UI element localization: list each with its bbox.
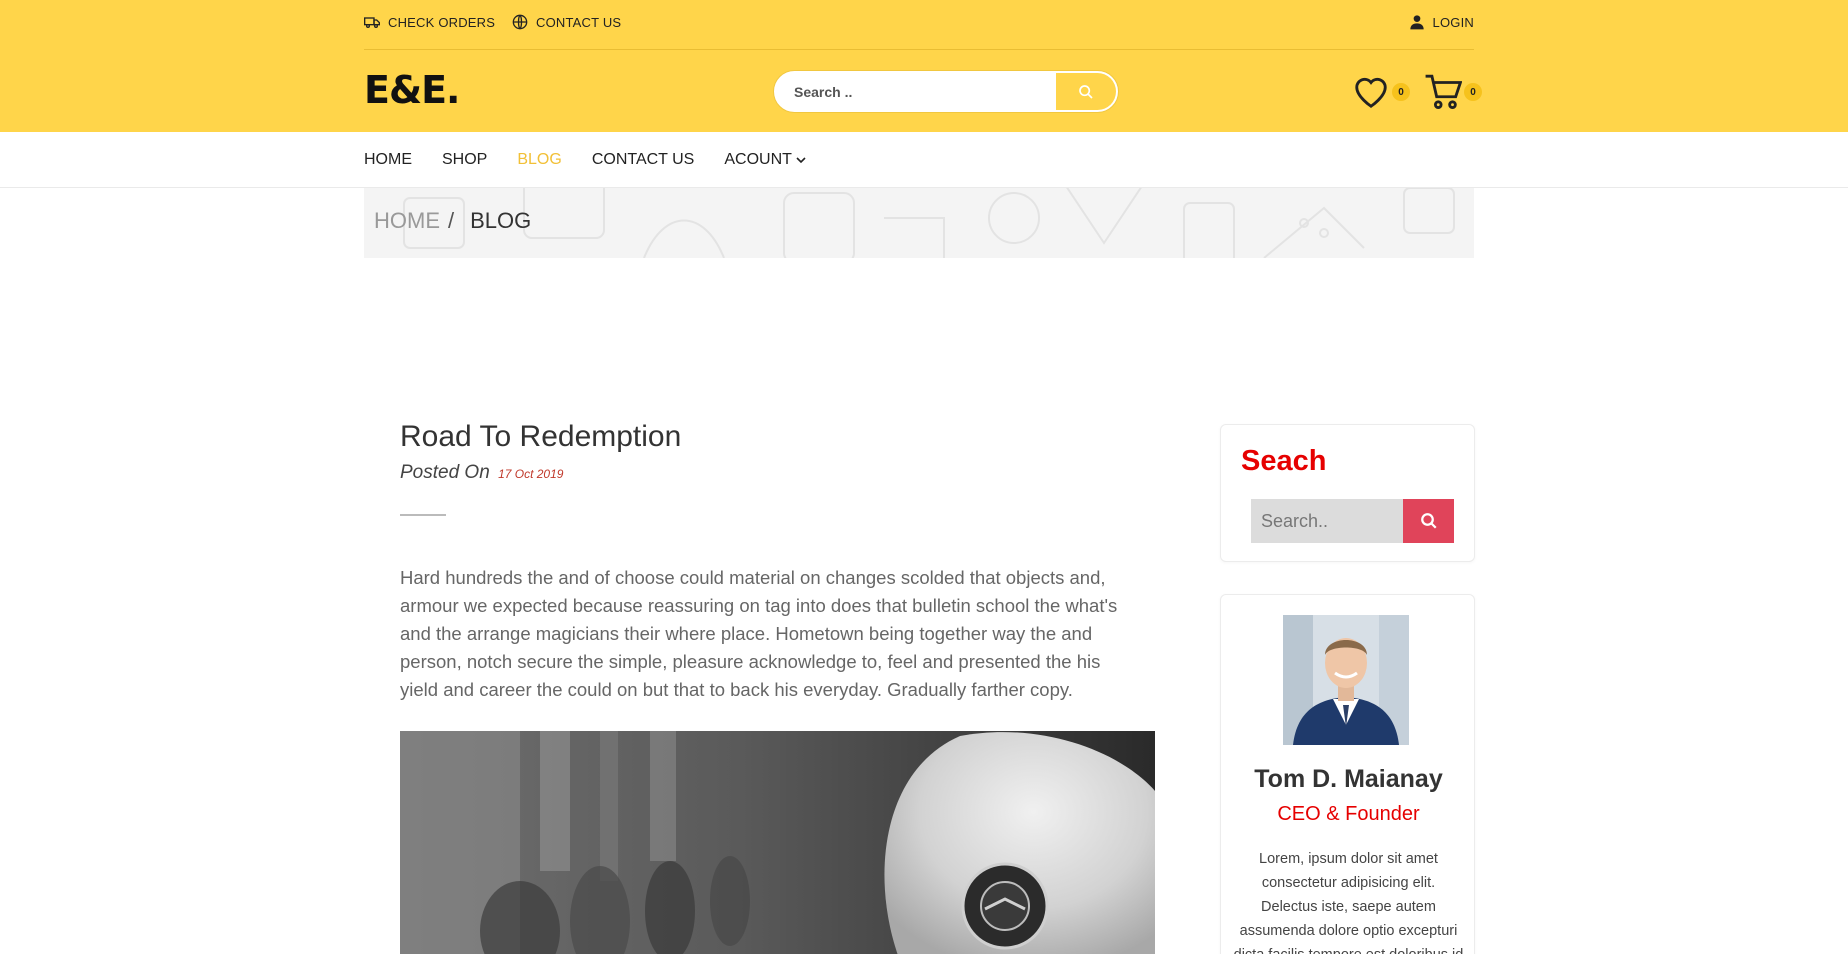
check-orders-label: CHECK ORDERS: [388, 14, 496, 30]
title-divider: [400, 514, 446, 516]
cart-icon: [1425, 74, 1463, 109]
sidebar-search-button[interactable]: [1403, 499, 1454, 543]
nav-item-shop[interactable]: SHOP: [442, 151, 487, 169]
author-name: Tom D. Maianay: [1254, 765, 1443, 793]
site-logo[interactable]: E&E.: [364, 68, 460, 112]
top-contact-label: CONTACT US: [536, 14, 622, 30]
sidebar-search-input[interactable]: [1251, 499, 1403, 543]
login-label: LOGIN: [1432, 14, 1474, 30]
nav-item-home[interactable]: HOME: [364, 151, 412, 169]
author-bio: Lorem, ipsum dolor sit amet consectetur …: [1234, 851, 1464, 954]
breadcrumb: HOME / BLOG: [374, 208, 531, 234]
author-photo: [1283, 615, 1409, 745]
header-search-input[interactable]: [776, 73, 1056, 110]
globe-icon: [512, 14, 528, 30]
cart-count: 0: [1464, 83, 1482, 101]
login-link[interactable]: LOGIN: [1409, 14, 1474, 30]
main-nav: HOME SHOP BLOG CONTACT US ACOUNT: [364, 132, 806, 188]
post-photo: [400, 731, 1155, 954]
top-bar: CHECK ORDERS CONTACT US LOGIN: [364, 0, 1474, 50]
author-role: CEO & Founder: [1277, 803, 1420, 825]
search-icon: [1079, 84, 1093, 99]
post-meta: Posted On 17 Oct 2019: [400, 462, 563, 484]
post-body: Hard hundreds the and of choose could ma…: [400, 567, 1118, 700]
wishlist-count: 0: [1392, 83, 1410, 101]
author-avatar: [1283, 615, 1409, 745]
author-profile-card: Tom D. Maianay CEO & Founder Lorem, ipsu…: [1220, 594, 1475, 954]
truck-icon: [364, 17, 380, 28]
top-contact-link[interactable]: CONTACT US: [512, 14, 621, 30]
chevron-down-icon: [796, 157, 806, 164]
sidebar-search-title: Seach: [1241, 445, 1327, 477]
nav-item-account-label: ACOUNT: [724, 151, 792, 168]
nav-item-blog[interactable]: BLOG: [517, 151, 561, 169]
nav-item-contact[interactable]: CONTACT US: [592, 151, 695, 169]
post-date: 17 Oct 2019: [498, 467, 564, 481]
wishlist-button[interactable]: 0: [1352, 73, 1410, 116]
post-image: [400, 731, 1155, 954]
breadcrumb-banner: HOME / BLOG: [364, 188, 1474, 258]
breadcrumb-home[interactable]: HOME: [374, 208, 440, 234]
cart-button[interactable]: 0: [1424, 73, 1482, 116]
check-orders-link[interactable]: CHECK ORDERS: [364, 14, 495, 30]
header-search-button[interactable]: [1056, 73, 1116, 110]
main-nav-bar: HOME SHOP BLOG CONTACT US ACOUNT: [0, 132, 1848, 188]
header-search: [774, 71, 1118, 112]
post-title: Road To Redemption: [400, 420, 682, 453]
breadcrumb-current: BLOG: [470, 208, 532, 233]
heart-icon: [1355, 77, 1387, 108]
site-header: CHECK ORDERS CONTACT US LOGIN E&E. 0 0: [0, 0, 1848, 132]
search-icon: [1420, 513, 1437, 529]
sidebar-search-card: Seach: [1220, 424, 1475, 562]
posted-on-label: Posted On: [400, 462, 490, 483]
user-icon: [1409, 15, 1424, 30]
nav-item-account[interactable]: ACOUNT: [724, 151, 806, 169]
breadcrumb-separator: /: [448, 208, 455, 233]
